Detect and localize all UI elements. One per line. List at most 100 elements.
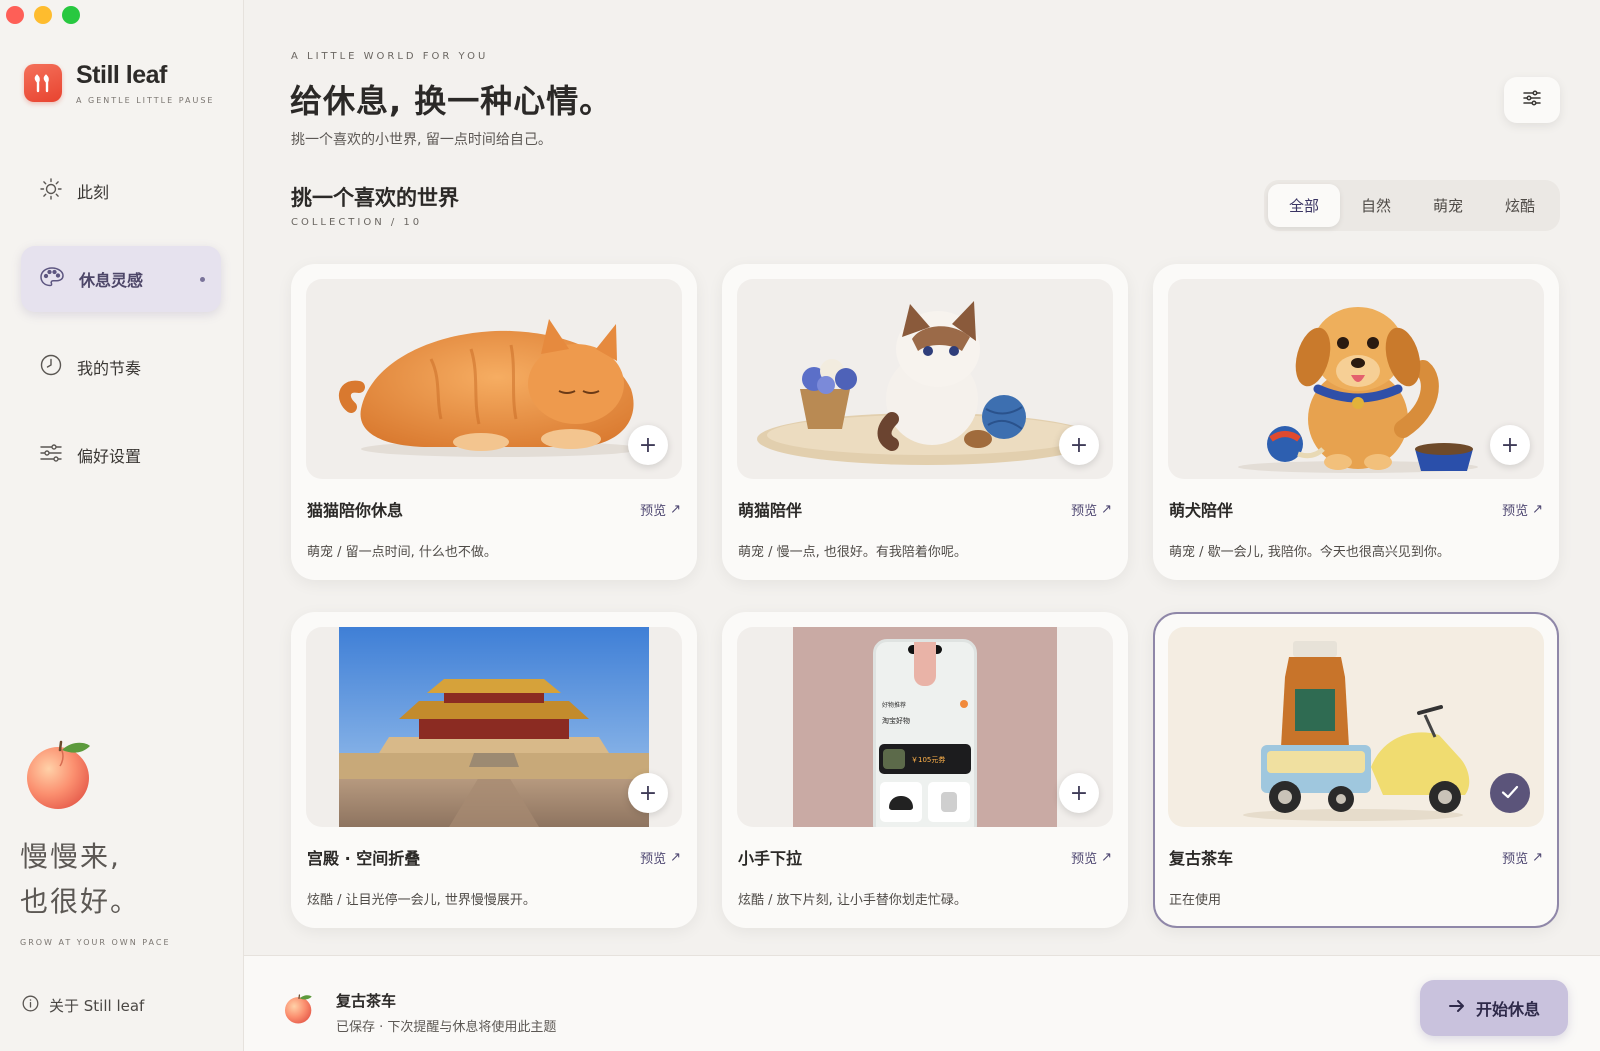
- phone-promo-text: ￥105元券: [911, 756, 946, 764]
- preview-link[interactable]: 预览 ↗: [1502, 848, 1543, 867]
- category-tabs: 全部 自然 萌宠 炫酷: [1264, 180, 1560, 231]
- start-rest-label: 开始休息: [1475, 1000, 1540, 1019]
- theme-thumbnail: 好物推荐 淘宝好物 ￥105元券 +: [737, 627, 1113, 827]
- add-theme-button[interactable]: +: [1490, 425, 1530, 465]
- phone-shop-title: 淘宝好物: [882, 717, 910, 725]
- preview-label: 预览: [1071, 851, 1098, 867]
- phone-avatar-dot: [960, 700, 968, 708]
- zoom-window-button[interactable]: [62, 6, 80, 24]
- slogan-caption: GROW AT YOUR OWN PACE: [20, 938, 171, 947]
- tab-all[interactable]: 全部: [1268, 184, 1340, 227]
- tab-nature[interactable]: 自然: [1340, 184, 1412, 227]
- current-theme-title: 复古茶车: [336, 992, 397, 1010]
- sidebar-item-preferences[interactable]: 偏好设置: [21, 422, 221, 488]
- page-eyebrow: A LITTLE WORLD FOR YOU: [291, 51, 489, 62]
- preview-label: 预览: [640, 851, 667, 867]
- phone-mockup: 好物推荐 淘宝好物 ￥105元券: [873, 639, 977, 827]
- start-rest-button[interactable]: 开始休息: [1420, 980, 1568, 1036]
- theme-title: 小手下拉: [738, 849, 803, 868]
- arrow-up-right-icon: ↗: [1101, 849, 1112, 865]
- theme-card-little-hand[interactable]: 好物推荐 淘宝好物 ￥105元券 + 小手下拉 预览 ↗ 炫酷 / 放下片刻, …: [722, 612, 1128, 928]
- sidebar: Still leaf A GENTLE LITTLE PAUSE 此刻 休息灵感…: [0, 0, 244, 1051]
- theme-thumbnail: +: [737, 279, 1113, 479]
- watch-shape: [941, 792, 957, 812]
- puppy-illustration: [1238, 307, 1478, 473]
- theme-card-cute-cat[interactable]: + 萌猫陪伴 预览 ↗ 萌宠 / 慢一点, 也很好。有我陪着你呢。: [722, 264, 1128, 580]
- theme-title: 宫殿 · 空间折叠: [307, 849, 421, 868]
- close-window-button[interactable]: [6, 6, 24, 24]
- theme-thumbnail: +: [306, 627, 682, 827]
- about-label: 关于 Still leaf: [49, 997, 145, 1015]
- arrow-up-right-icon: ↗: [1532, 849, 1543, 865]
- preview-label: 预览: [1502, 503, 1529, 519]
- theme-description: 炫酷 / 让目光停一会儿, 世界慢慢展开。: [307, 893, 536, 908]
- theme-description: 萌宠 / 慢一点, 也很好。有我陪着你呢。: [738, 545, 967, 560]
- theme-card-puppy[interactable]: + 萌犬陪伴 预览 ↗ 萌宠 / 歇一会儿, 我陪你。今天也很高兴见到你。: [1153, 264, 1559, 580]
- filter-settings-button[interactable]: [1504, 77, 1560, 123]
- orange-cat-illustration: [338, 319, 641, 457]
- app-name: Still leaf: [76, 61, 167, 89]
- sidebar-item-label: 休息灵感: [79, 271, 144, 290]
- slogan-block: 慢慢来, 也很好。 GROW AT YOUR OWN PACE: [20, 738, 171, 947]
- slogan: 慢慢来, 也很好。: [20, 834, 171, 924]
- about-link[interactable]: 关于 Still leaf: [22, 995, 144, 1016]
- add-theme-button[interactable]: +: [1059, 425, 1099, 465]
- add-theme-button[interactable]: +: [1059, 773, 1099, 813]
- slogan-line-2: 也很好。: [20, 885, 141, 918]
- tab-pets[interactable]: 萌宠: [1412, 184, 1484, 227]
- minimize-window-button[interactable]: [34, 6, 52, 24]
- add-theme-button[interactable]: +: [628, 425, 668, 465]
- page-title: 给休息, 换一种心情。: [290, 82, 613, 120]
- main-content: A LITTLE WORLD FOR YOU 给休息, 换一种心情。 挑一个喜欢…: [244, 0, 1600, 955]
- theme-title: 萌犬陪伴: [1169, 501, 1234, 520]
- sliders-icon: [39, 441, 63, 469]
- theme-status: 正在使用: [1169, 893, 1222, 908]
- checkmark-icon: [1501, 784, 1519, 803]
- window-controls: [6, 6, 80, 24]
- sidebar-item-label: 此刻: [77, 183, 110, 202]
- cap-shape: [889, 796, 913, 810]
- theme-grid: + 猫猫陪你休息 预览 ↗ 萌宠 / 留一点时间, 什么也不做。 + 萌猫陪伴 …: [291, 264, 1561, 928]
- preview-link[interactable]: 预览 ↗: [1502, 500, 1543, 519]
- arrow-up-right-icon: ↗: [670, 849, 681, 865]
- ragdoll-cat-illustration: [757, 301, 1097, 465]
- theme-title: 复古茶车: [1169, 849, 1234, 868]
- sliders-icon: [1522, 89, 1542, 111]
- sidebar-item-now[interactable]: 此刻: [21, 158, 221, 224]
- section-count: COLLECTION / 10: [291, 217, 423, 228]
- theme-thumbnail: +: [306, 279, 682, 479]
- preview-link[interactable]: 预览 ↗: [1071, 848, 1112, 867]
- arrow-up-right-icon: ↗: [1532, 501, 1543, 517]
- add-theme-button[interactable]: +: [628, 773, 668, 813]
- sidebar-item-inspiration[interactable]: 休息灵感: [21, 246, 221, 312]
- section-title: 挑一个喜欢的世界: [291, 186, 459, 210]
- theme-card-cat-rest[interactable]: + 猫猫陪你休息 预览 ↗ 萌宠 / 留一点时间, 什么也不做。: [291, 264, 697, 580]
- bottom-bar: 复古茶车 已保存 · 下次提醒与休息将使用此主题 开始休息: [244, 955, 1600, 1051]
- sidebar-nav: 此刻 休息灵感 我的节奏 偏好设置: [21, 158, 221, 510]
- sidebar-item-label: 偏好设置: [77, 447, 142, 466]
- peach-icon: [20, 738, 171, 816]
- theme-description: 萌宠 / 留一点时间, 什么也不做。: [307, 545, 497, 560]
- theme-card-tea-cart[interactable]: 复古茶车 预览 ↗ 正在使用: [1153, 612, 1559, 928]
- brand: Still leaf A GENTLE LITTLE PAUSE: [24, 61, 215, 105]
- preview-label: 预览: [1071, 503, 1098, 519]
- sidebar-item-rhythm[interactable]: 我的节奏: [21, 334, 221, 400]
- app-tagline: A GENTLE LITTLE PAUSE: [76, 95, 215, 105]
- theme-title: 萌猫陪伴: [738, 501, 803, 520]
- peach-icon: [282, 992, 316, 1030]
- selected-check-button[interactable]: [1490, 773, 1530, 813]
- tea-cart-illustration: [1243, 641, 1470, 821]
- arrow-right-icon: [1448, 998, 1466, 1018]
- arrow-up-right-icon: ↗: [1101, 501, 1112, 517]
- active-dot: [200, 277, 205, 282]
- preview-link[interactable]: 预览 ↗: [1071, 500, 1112, 519]
- preview-link[interactable]: 预览 ↗: [640, 848, 681, 867]
- palette-icon: [39, 265, 65, 293]
- sun-icon: [39, 177, 63, 205]
- sidebar-item-label: 我的节奏: [77, 359, 142, 378]
- preview-link[interactable]: 预览 ↗: [640, 500, 681, 519]
- clock-icon: [39, 353, 63, 381]
- theme-card-palace[interactable]: + 宫殿 · 空间折叠 预览 ↗ 炫酷 / 让目光停一会儿, 世界慢慢展开。: [291, 612, 697, 928]
- tab-cool[interactable]: 炫酷: [1484, 184, 1556, 227]
- preview-label: 预览: [1502, 851, 1529, 867]
